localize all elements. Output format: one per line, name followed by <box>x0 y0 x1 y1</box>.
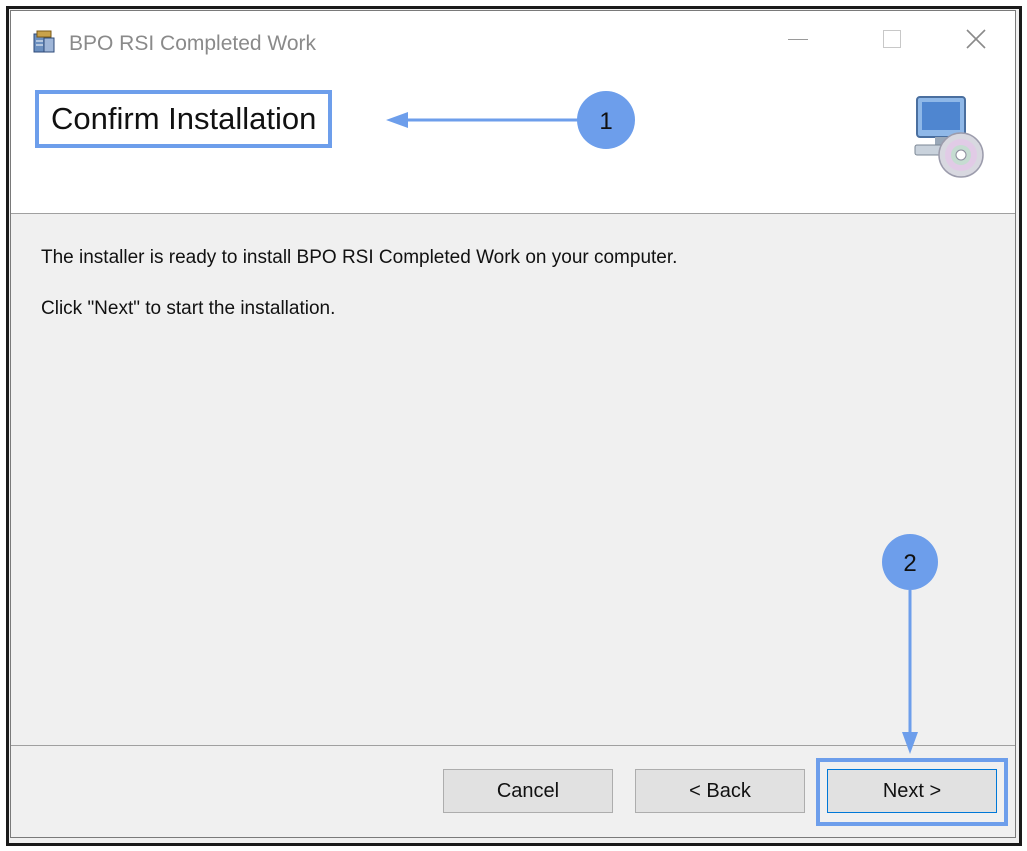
minimize-icon <box>788 38 808 40</box>
close-icon <box>966 29 986 49</box>
footer-divider <box>11 745 1015 746</box>
installer-app-icon <box>33 30 55 53</box>
close-button[interactable] <box>929 11 1015 67</box>
back-button[interactable]: < Back <box>635 769 805 813</box>
maximize-button[interactable] <box>845 11 939 67</box>
installer-window: BPO RSI Completed Work Confirm Installat… <box>10 10 1016 838</box>
minimize-button[interactable] <box>751 11 845 67</box>
ready-message: The installer is ready to install BPO RS… <box>41 247 678 268</box>
dialog-header: Confirm Installation <box>11 67 1015 214</box>
page-title: Confirm Installation <box>35 90 333 148</box>
next-button[interactable]: Next > <box>827 769 997 813</box>
cancel-button[interactable]: Cancel <box>443 769 613 813</box>
maximize-icon <box>883 30 901 48</box>
title-bar: BPO RSI Completed Work <box>11 11 1015 67</box>
instruction-message: Click "Next" to start the installation. <box>41 298 336 319</box>
computer-disc-icon <box>914 96 984 178</box>
window-title: BPO RSI Completed Work <box>69 32 317 55</box>
dialog-content: The installer is ready to install BPO RS… <box>11 214 1015 744</box>
